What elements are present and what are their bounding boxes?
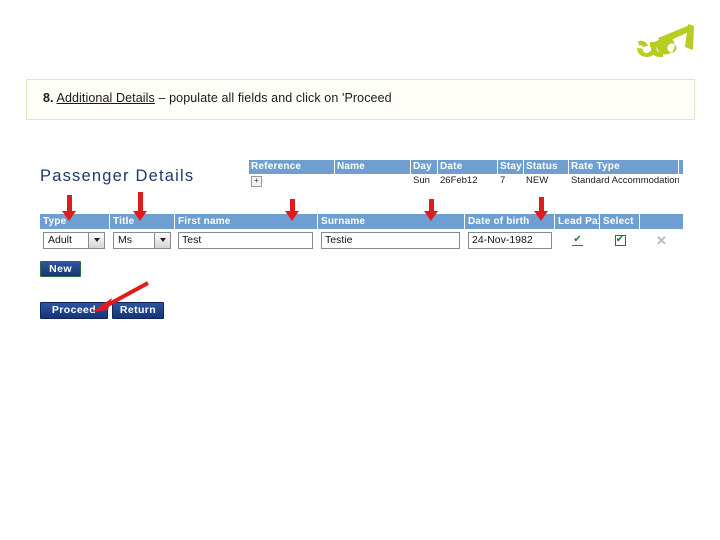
lead-pax-checkbox[interactable]: ✔ <box>572 234 583 246</box>
column-header-date: Date <box>438 160 498 174</box>
cell-status: NEW <box>526 175 549 186</box>
grid-header-lead-pax: Lead Pax <box>555 214 600 229</box>
date-of-birth-input[interactable]: 24-Nov-1982 <box>468 231 552 249</box>
title-dropdown-value: Ms <box>118 233 132 246</box>
instruction-callout: 8. Additional Details – populate all fie… <box>26 79 695 120</box>
chevron-down-icon[interactable] <box>88 232 104 248</box>
cell-surname: Testie <box>318 229 465 251</box>
type-dropdown[interactable]: Adult <box>43 231 105 249</box>
annotation-arrow-first-name <box>285 199 300 221</box>
cell-select: ✔ <box>600 229 640 251</box>
annotation-arrow-date-of-birth <box>534 197 549 221</box>
grid-header-delete <box>640 214 683 229</box>
grid-header-surname: Surname <box>318 214 465 229</box>
cell-delete: ✕ <box>640 229 683 251</box>
cell-name <box>335 174 411 188</box>
annotation-arrow-proceed <box>92 281 149 312</box>
column-header-stay: Stay <box>498 160 524 174</box>
expand-row-button[interactable]: + <box>251 176 262 187</box>
cell-day: Sun <box>413 175 430 186</box>
page-title: Passenger Details <box>40 167 195 185</box>
chevron-down-icon[interactable] <box>154 232 170 248</box>
slide-canvas: 8. Additional Details – populate all fie… <box>0 0 720 540</box>
delete-row-icon[interactable]: ✕ <box>656 234 667 247</box>
select-checkbox[interactable]: ✔ <box>614 234 626 246</box>
cell-stay: 7 <box>500 175 506 186</box>
surname-input[interactable]: Testie <box>321 231 460 249</box>
cell-first-name: Test <box>175 229 318 251</box>
cell-date-of-birth: 24-Nov-1982 <box>465 229 555 251</box>
column-header-reference: Reference <box>249 160 335 174</box>
column-header-spacer <box>679 160 683 174</box>
annotation-arrow-title <box>133 192 148 221</box>
booking-summary-row: + Sun 26Feb12 7 NEW Standard Accommodati… <box>249 174 683 188</box>
first-name-input[interactable]: Test <box>178 231 313 249</box>
cell-rate-type: Standard Accommodation <box>571 175 679 186</box>
booking-summary-header-row: Reference Name Day Date Stay Status Rate… <box>249 160 683 174</box>
column-header-day: Day <box>411 160 438 174</box>
company-logo <box>628 20 698 64</box>
cell-lead-pax: ✔ <box>555 229 600 251</box>
instruction-number: 8. <box>43 91 54 105</box>
grid-header-select: Select <box>600 214 640 229</box>
annotation-arrow-surname <box>424 199 439 221</box>
instruction-rest-text: – populate all fields and click on 'Proc… <box>154 91 392 105</box>
annotation-arrow-type <box>62 195 77 221</box>
title-dropdown[interactable]: Ms <box>113 231 171 249</box>
column-header-status: Status <box>524 160 569 174</box>
column-header-name: Name <box>335 160 411 174</box>
instruction-link-text: Additional Details <box>56 91 155 105</box>
type-dropdown-value: Adult <box>48 233 72 246</box>
cell-title: Ms <box>110 229 175 251</box>
instruction-text: 8. Additional Details – populate all fie… <box>43 91 392 105</box>
booking-summary-table: Reference Name Day Date Stay Status Rate… <box>249 160 683 188</box>
cell-date: 26Feb12 <box>440 175 478 186</box>
new-button[interactable]: New <box>40 261 81 277</box>
passenger-row: Adult Ms Test Testie 24-Nov-1982 ✔ ✔ ✕ <box>40 229 683 251</box>
cell-type: Adult <box>40 229 110 251</box>
cell-reference: + <box>249 174 335 188</box>
column-header-rate-type: Rate Type <box>569 160 679 174</box>
